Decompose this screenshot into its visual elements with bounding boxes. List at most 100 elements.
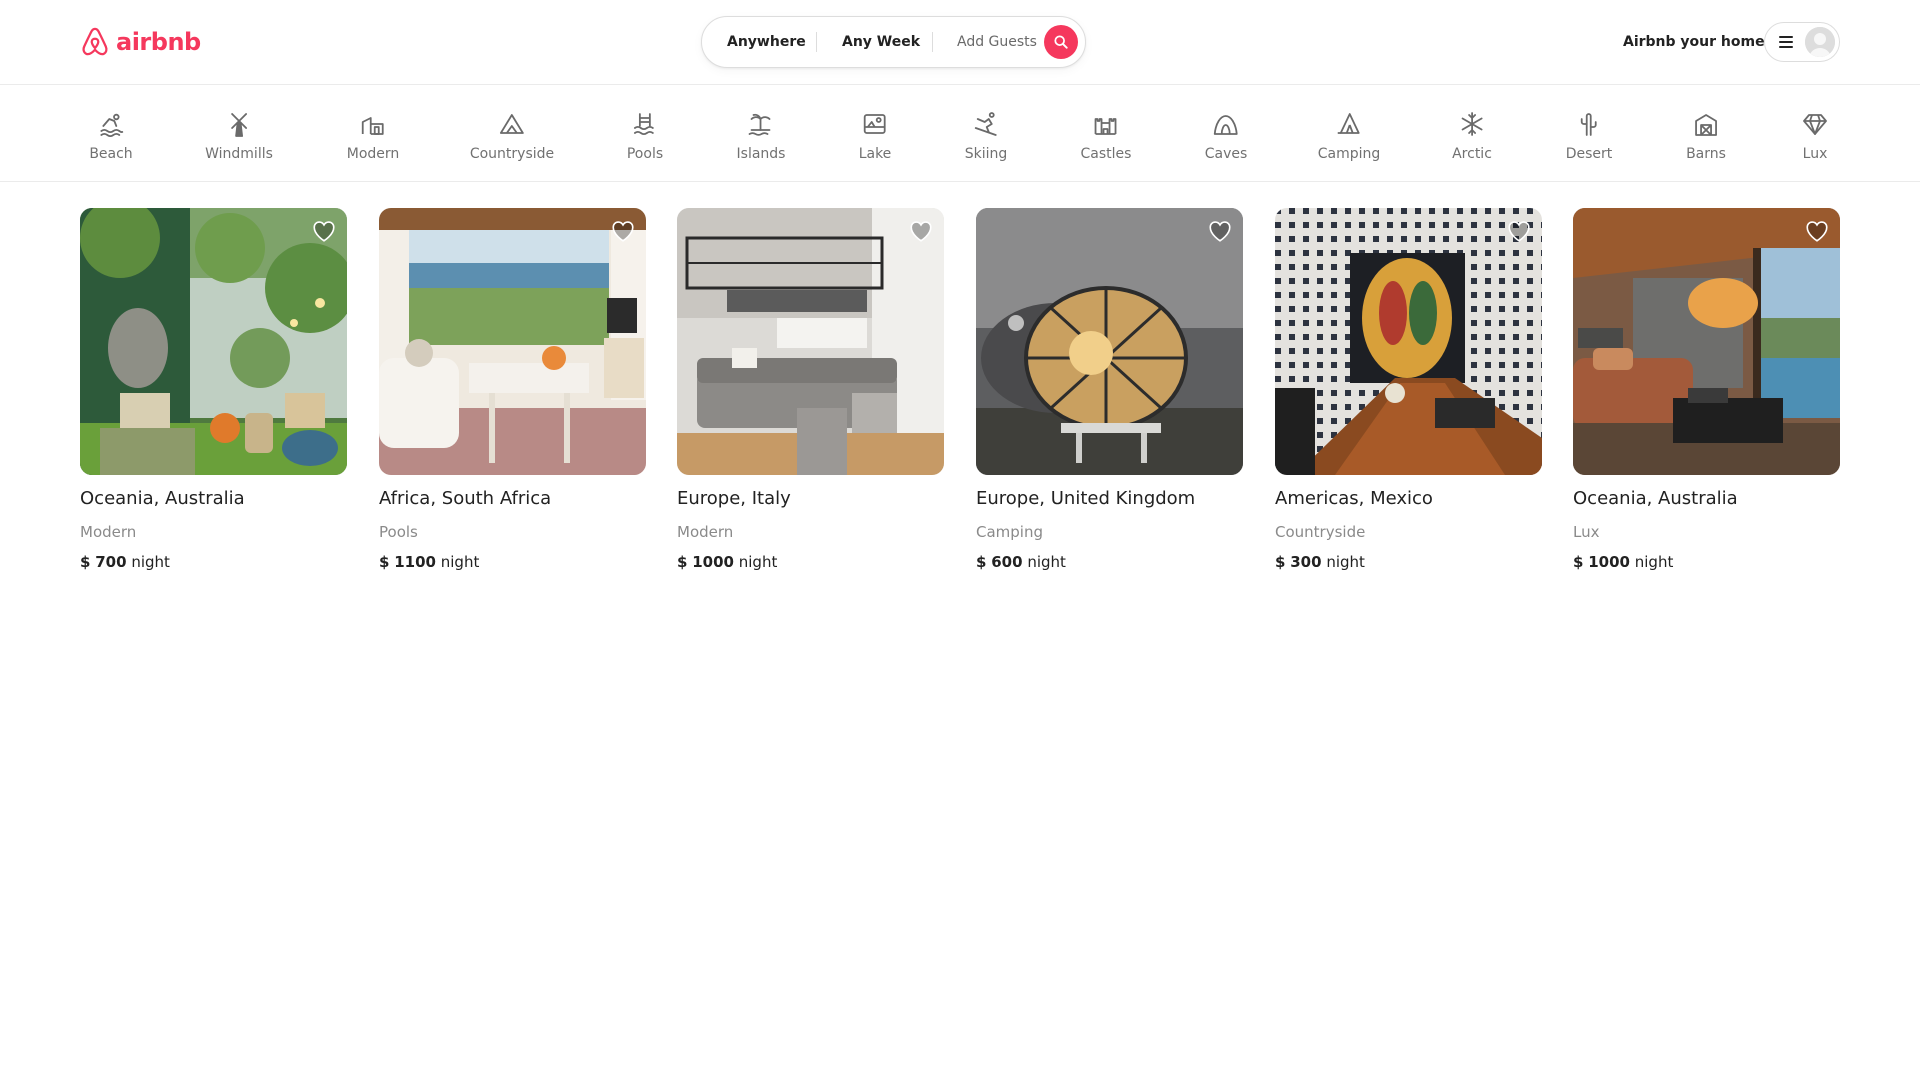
listing-card[interactable]: Americas, Mexico Countryside $ 300 night (1275, 208, 1542, 571)
category-countryside[interactable]: Countryside (470, 110, 554, 170)
avatar (1805, 27, 1835, 57)
category-arctic[interactable]: Arctic (1452, 110, 1492, 170)
logo-wordmark: airbnb (116, 28, 201, 56)
listing-photo-image (677, 208, 944, 475)
heart-icon[interactable] (1506, 218, 1532, 244)
category-label: Caves (1204, 146, 1248, 162)
airbnb-your-home-link[interactable]: Airbnb your home (1623, 27, 1765, 57)
heart-icon[interactable] (908, 218, 934, 244)
search-when-button[interactable]: Any Week (842, 17, 920, 67)
listing-photo[interactable] (1275, 208, 1542, 475)
airbnb-logo-icon (82, 27, 108, 56)
search-icon (1054, 35, 1068, 49)
category-lake[interactable]: Lake (858, 110, 892, 170)
category-barns[interactable]: Barns (1686, 110, 1726, 170)
search-bar[interactable]: Anywhere Any Week Add Guests (701, 16, 1086, 68)
price-currency: $ (976, 553, 987, 571)
listing-category: Camping (976, 523, 1043, 541)
listing-category: Modern (80, 523, 137, 541)
mountain-icon (500, 114, 524, 134)
cave-icon (1214, 115, 1238, 135)
price-currency: $ (379, 553, 390, 571)
category-islands[interactable]: Islands (736, 110, 786, 170)
listing-card[interactable]: Europe, United Kingdom Camping $ 600 nig… (976, 208, 1243, 571)
category-skiing[interactable]: Skiing (964, 110, 1008, 170)
top-navbar: airbnb Anywhere Any Week Add Guests Airb… (0, 0, 1920, 85)
price-currency: $ (1275, 553, 1286, 571)
price-currency: $ (1573, 553, 1584, 571)
listing-card[interactable]: Oceania, Australia Lux $ 1000 night (1573, 208, 1840, 571)
category-label: Lux (1802, 146, 1828, 162)
price-amount: 1000 (692, 553, 734, 571)
category-windmills[interactable]: Windmills (205, 110, 273, 170)
heart-icon[interactable] (1207, 218, 1233, 244)
category-label: Barns (1686, 146, 1726, 162)
category-pools[interactable]: Pools (627, 110, 663, 170)
listing-price: $ 300 night (1275, 553, 1542, 571)
listing-photo-image (1275, 208, 1542, 475)
listing-photo[interactable] (976, 208, 1243, 475)
tent-icon (1338, 113, 1360, 134)
pool-icon (634, 113, 654, 136)
search-button[interactable] (1044, 25, 1078, 59)
category-caves[interactable]: Caves (1204, 110, 1248, 170)
heart-icon[interactable] (1804, 218, 1830, 244)
lake-icon (864, 114, 886, 134)
diamond-icon (1803, 114, 1827, 135)
category-label: Lake (858, 146, 892, 162)
search-divider (932, 32, 933, 52)
category-beach[interactable]: Beach (89, 110, 133, 170)
listing-price: $ 700 night (80, 553, 347, 571)
listing-card[interactable]: Europe, Italy Modern $ 1000 night (677, 208, 944, 571)
category-lux[interactable]: Lux (1801, 110, 1829, 170)
search-guests-button[interactable]: Add Guests (957, 17, 1037, 67)
windmill-icon (231, 113, 247, 137)
listing-photo-image (379, 208, 646, 475)
category-label: Castles (1080, 146, 1132, 162)
user-menu-button[interactable] (1764, 22, 1840, 62)
listing-location: Europe, Italy (677, 488, 791, 509)
listing-location: Europe, United Kingdom (976, 488, 1196, 509)
price-currency: $ (80, 553, 91, 571)
category-castles[interactable]: Castles (1080, 110, 1132, 170)
price-currency: $ (677, 553, 688, 571)
listing-category: Countryside (1275, 523, 1366, 541)
heart-icon[interactable] (311, 218, 337, 244)
category-label: Countryside (469, 146, 555, 162)
price-amount: 700 (95, 553, 127, 571)
listing-photo-image (976, 208, 1243, 475)
listing-card[interactable]: Africa, South Africa Pools $ 1100 night (379, 208, 646, 571)
category-camping[interactable]: Camping (1318, 110, 1380, 170)
price-unit: night (1326, 553, 1365, 571)
listing-photo[interactable] (677, 208, 944, 475)
listing-location: Africa, South Africa (379, 488, 552, 509)
price-amount: 600 (991, 553, 1023, 571)
listing-photo[interactable] (80, 208, 347, 475)
search-where-button[interactable]: Anywhere (727, 17, 806, 67)
listing-location: Oceania, Australia (1573, 488, 1738, 509)
price-unit: night (1027, 553, 1066, 571)
category-modern[interactable]: Modern (347, 110, 399, 170)
category-label: Windmills (205, 146, 273, 162)
listing-photo[interactable] (379, 208, 646, 475)
listing-location: Oceania, Australia (80, 488, 245, 509)
category-label: Islands (736, 146, 786, 162)
category-desert[interactable]: Desert (1565, 110, 1613, 170)
listing-photo[interactable] (1573, 208, 1840, 475)
category-label: Desert (1565, 146, 1613, 162)
price-unit: night (440, 553, 480, 571)
listing-category: Pools (379, 523, 418, 541)
category-label: Skiing (964, 146, 1008, 162)
category-bar: Beach Windmills Modern Countryside Pools… (0, 86, 1920, 182)
heart-icon[interactable] (610, 218, 636, 244)
listing-photo-image (80, 208, 347, 475)
airbnb-logo[interactable]: airbnb (80, 26, 201, 58)
hamburger-menu-icon (1779, 36, 1793, 48)
price-amount: 1000 (1588, 553, 1630, 571)
listing-card[interactable]: Oceania, Australia Modern $ 700 night (80, 208, 347, 571)
listing-category: Lux (1573, 523, 1600, 541)
beach-icon (100, 113, 123, 137)
price-unit: night (738, 553, 778, 571)
cactus-icon (1581, 113, 1597, 136)
listing-price: $ 1100 night (379, 553, 646, 571)
